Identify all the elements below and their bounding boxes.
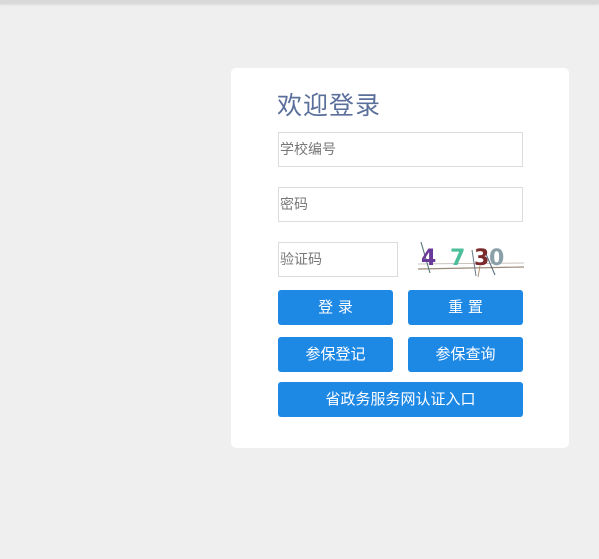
school-id-input[interactable] <box>278 132 523 167</box>
captcha-input[interactable] <box>278 242 398 277</box>
captcha-char-1: 4 <box>421 246 436 271</box>
captcha-char-2: 7 <box>450 246 465 271</box>
gov-service-auth-button[interactable]: 省政务服务网认证入口 <box>278 382 523 417</box>
captcha-image[interactable]: 4 7 3 0 <box>418 240 524 278</box>
top-shadow-bar <box>0 0 599 4</box>
reset-button[interactable]: 重 置 <box>408 290 523 325</box>
password-input[interactable] <box>278 187 523 222</box>
insurance-query-button[interactable]: 参保查询 <box>408 337 523 372</box>
insurance-register-button[interactable]: 参保登记 <box>278 337 393 372</box>
captcha-char-4: 0 <box>489 246 504 271</box>
login-title: 欢迎登录 <box>277 91 382 120</box>
captcha-char-3: 3 <box>474 246 489 271</box>
login-button[interactable]: 登 录 <box>278 290 393 325</box>
login-card: 欢迎登录 4 7 3 0 登 录 重 置 参保登记 参保查询 省政务服务网认证入… <box>231 68 569 448</box>
